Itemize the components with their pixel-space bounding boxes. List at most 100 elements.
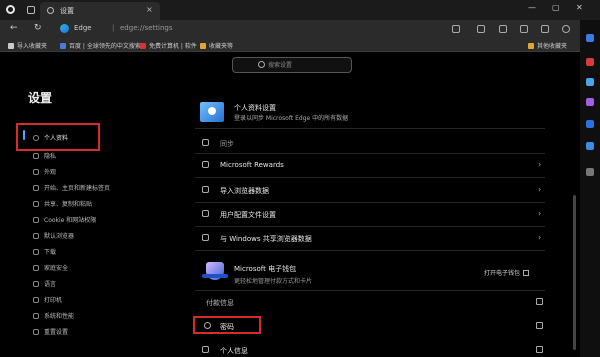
edge-icon — [60, 24, 69, 33]
add-icon[interactable] — [586, 168, 594, 176]
external-link-icon[interactable] — [536, 346, 543, 353]
favorite-item[interactable]: 导入收藏夹 — [8, 41, 47, 50]
home-icon — [33, 185, 39, 191]
profile-subtitle: 登录以同步 Microsoft Edge 中的所有数据 — [234, 115, 349, 122]
external-link-icon[interactable] — [536, 298, 543, 305]
url-host[interactable]: Edge — [74, 24, 92, 32]
refresh-button[interactable]: ↻ — [34, 23, 42, 33]
other-favorites-folder[interactable]: 其他收藏夹 — [528, 41, 567, 50]
external-link-icon[interactable] — [536, 322, 543, 329]
shopping-icon[interactable] — [586, 58, 594, 66]
printer-icon — [33, 297, 39, 303]
wallet-icon — [202, 262, 228, 280]
profile-icon[interactable] — [562, 25, 570, 33]
office-icon[interactable] — [586, 120, 594, 128]
search-icon[interactable] — [586, 34, 594, 42]
reset-icon — [33, 329, 39, 335]
profile-name: 个人资料设置 — [234, 104, 276, 112]
favorite-item[interactable]: 免费计算机 | 软件 — [140, 41, 197, 50]
gear-icon — [47, 7, 54, 14]
wave-decoration — [202, 274, 228, 278]
baidu-icon — [60, 43, 66, 49]
palette-icon — [33, 169, 39, 175]
sidebar-item-start[interactable]: 开始、主页和新建标签页 — [33, 183, 110, 197]
back-button[interactable]: ← — [10, 23, 18, 33]
sidebar-item-languages[interactable]: 语言 — [33, 279, 56, 293]
sidebar-item-family[interactable]: 家庭安全 — [33, 263, 68, 277]
language-icon — [33, 281, 39, 287]
search-placeholder: 搜索设置 — [268, 62, 293, 69]
windows-icon — [202, 234, 209, 241]
page-title: 设置 — [28, 91, 53, 105]
row-import[interactable]: 导入浏览器数据 — [220, 186, 269, 196]
split-screen-icon[interactable] — [477, 25, 485, 33]
scrollbar[interactable] — [573, 195, 576, 350]
tools-icon[interactable] — [586, 78, 594, 86]
sync-icon — [202, 139, 209, 146]
system-icon — [33, 313, 39, 319]
maximize-button[interactable]: ▢ — [552, 3, 560, 12]
chevron-right-icon: › — [538, 209, 542, 218]
games-icon[interactable] — [586, 98, 594, 106]
extensions-icon[interactable] — [541, 25, 549, 33]
open-wallet-link[interactable]: 打开电子钱包 — [484, 268, 530, 277]
row-windows[interactable]: 与 Windows 共享浏览器数据 — [220, 234, 312, 244]
tab-settings[interactable]: 设置 × — [40, 2, 160, 20]
password-highlight-box — [193, 316, 261, 334]
collections-icon[interactable] — [520, 25, 528, 33]
cookie-icon — [33, 217, 39, 223]
favorite-folder[interactable]: 收藏夹等 — [200, 41, 233, 50]
preferences-icon — [202, 210, 209, 217]
family-icon — [33, 265, 39, 271]
address-toolbar: ← ↻ Edge | edge://settings — [0, 20, 580, 38]
browser-icon — [33, 233, 39, 239]
sidebar-item-printers[interactable]: 打印机 — [33, 295, 62, 309]
profile-highlight-box — [16, 123, 100, 151]
favorite-item[interactable]: 百度 | 全球领先的中文搜索 — [60, 41, 141, 50]
outlook-icon[interactable] — [586, 142, 594, 150]
import-icon — [8, 43, 14, 49]
chevron-right-icon: › — [538, 160, 542, 169]
row-rewards[interactable]: Microsoft Rewards — [220, 161, 284, 169]
sidebar-item-privacy[interactable]: 隐私 — [33, 151, 56, 165]
person-icon — [202, 346, 209, 353]
site-icon — [140, 43, 146, 49]
favorites-icon[interactable] — [499, 25, 507, 33]
sidebar-item-share[interactable]: 共享、复制和粘贴 — [33, 199, 92, 213]
row-payment[interactable]: 付款信息 — [206, 298, 234, 308]
sidebar-item-appearance[interactable]: 外观 — [33, 167, 56, 181]
favorites-bar: 导入收藏夹 百度 | 全球领先的中文搜索 免费计算机 | 软件 收藏夹等 其他收… — [0, 38, 580, 52]
title-bar: 设置 × — ▢ ✕ — [0, 0, 600, 20]
folder-icon — [200, 43, 206, 49]
divider — [195, 202, 545, 203]
sidebar-item-default-browser[interactable]: 默认浏览器 — [33, 231, 74, 245]
wallet-title: Microsoft 电子钱包 — [234, 265, 297, 273]
sidebar-rail — [580, 20, 600, 357]
tab-close-button[interactable]: × — [146, 5, 153, 14]
read-aloud-icon[interactable] — [452, 25, 460, 33]
browser-logo-icon[interactable] — [6, 5, 15, 14]
rewards-icon — [202, 161, 209, 168]
divider — [195, 226, 545, 227]
sidebar-item-system[interactable]: 系统和性能 — [33, 311, 74, 325]
divider — [195, 153, 545, 154]
sidebar-item-cookies[interactable]: Cookie 和网站权限 — [33, 215, 96, 229]
download-icon — [33, 249, 39, 255]
close-window-button[interactable]: ✕ — [576, 3, 583, 12]
row-preferences[interactable]: 用户配置文件设置 — [220, 210, 276, 220]
import-icon — [202, 186, 209, 193]
sidebar-item-downloads[interactable]: 下载 — [33, 247, 56, 261]
folder-icon — [528, 43, 534, 49]
row-sync[interactable]: 同步 — [220, 139, 234, 149]
address-bar[interactable]: edge://settings — [120, 24, 173, 32]
divider — [195, 177, 545, 178]
chevron-right-icon: › — [538, 185, 542, 194]
search-settings-input[interactable]: 搜索设置 — [232, 57, 352, 73]
row-personal-info[interactable]: 个人信息 — [220, 346, 248, 356]
tab-title: 设置 — [60, 7, 74, 15]
sidebar-item-reset[interactable]: 重置设置 — [33, 327, 68, 341]
divider — [195, 290, 545, 291]
minimize-button[interactable]: — — [528, 3, 536, 12]
avatar — [208, 107, 216, 115]
tab-actions-icon[interactable] — [27, 6, 35, 14]
